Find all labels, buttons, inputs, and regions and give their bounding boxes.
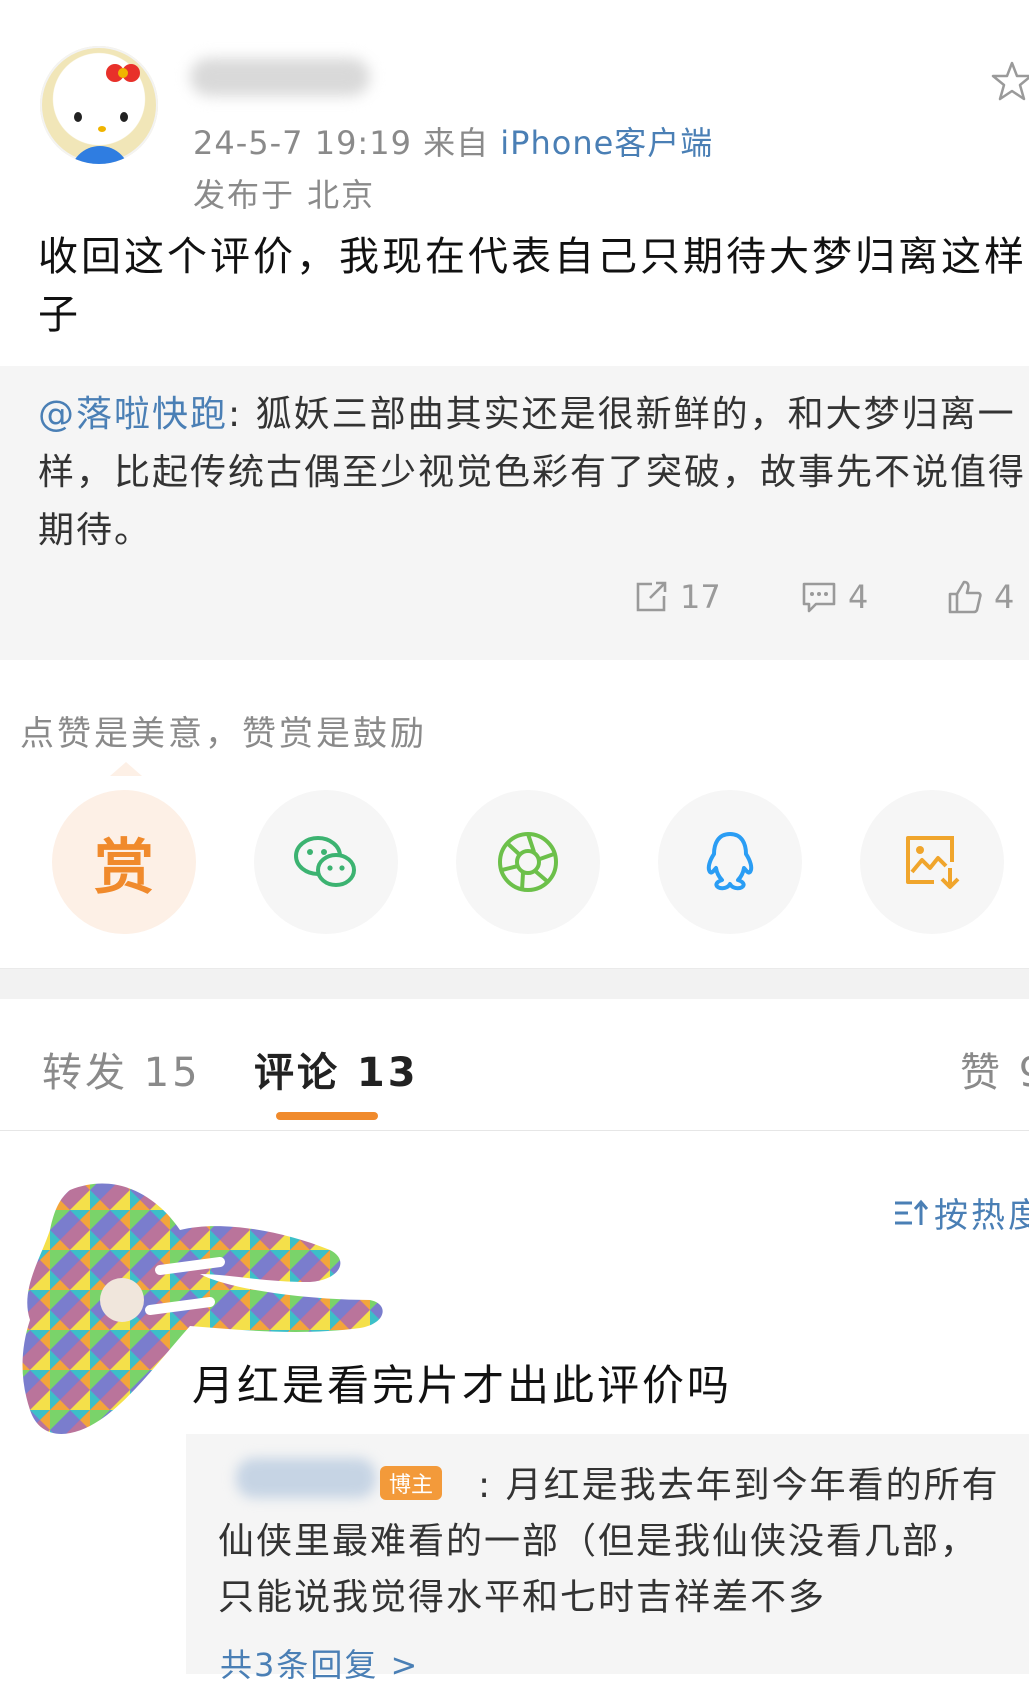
active-tab-indicator [276, 1112, 378, 1120]
comment-icon [802, 582, 836, 613]
post-meta: 24-5-7 19:19 来自 iPhone客户端 [193, 118, 713, 164]
username-redacted[interactable] [190, 58, 370, 96]
author-badge: 博主 [380, 1466, 442, 1500]
tip-caret [110, 762, 142, 776]
tab-like[interactable]: 赞 9 [960, 1040, 1029, 1098]
client-link[interactable]: iPhone客户端 [500, 124, 713, 162]
sort-icon [895, 1199, 928, 1225]
share-wechat-button[interactable] [254, 790, 398, 934]
sort-label: 按热度 [934, 1196, 1029, 1236]
save-image-icon [906, 836, 960, 889]
avatar-eye [74, 112, 82, 122]
tab-repost[interactable]: 转发 15 [42, 1040, 201, 1098]
bow-icon [106, 64, 140, 82]
quote-like-button[interactable]: 4 [946, 578, 1014, 616]
like-count: 4 [994, 578, 1015, 616]
share-moments-button[interactable] [456, 790, 600, 934]
reward-tip: 点赞是美意，赞赏是鼓励 [20, 714, 427, 754]
moments-icon [498, 832, 558, 892]
post-location: 发布于 北京 [193, 176, 376, 214]
repost-count: 17 [680, 578, 721, 616]
wechat-icon [294, 836, 356, 887]
avatar-nose [98, 126, 106, 132]
save-image-button[interactable] [860, 790, 1004, 934]
avatar-body [70, 146, 130, 164]
quote-repost-button[interactable]: 17 [632, 578, 721, 616]
tab-comment[interactable]: 评论 13 [254, 1040, 419, 1098]
comment-count: 4 [848, 578, 869, 616]
reward-icon: 赏 [94, 832, 154, 903]
avatar[interactable] [40, 46, 158, 164]
post-time-source: 24-5-7 19:19 来自 [193, 124, 490, 162]
repost-icon [636, 581, 667, 612]
like-icon [948, 580, 982, 614]
tab-divider [0, 1130, 1029, 1131]
star-icon[interactable] [990, 60, 1029, 104]
sort-button[interactable]: 按热度 [892, 1188, 1029, 1237]
share-qq-button[interactable] [658, 790, 802, 934]
quoted-post-text: @落啦快跑: 狐妖三部曲其实还是很新鲜的，和大梦归离一样，比起传统古偶至少视觉色… [38, 386, 1028, 560]
avatar-eye [120, 112, 128, 122]
mention-link[interactable]: @落啦快跑 [38, 394, 228, 435]
view-replies-link[interactable]: 共3条回复 > [220, 1640, 419, 1686]
post-text: 收回这个评价，我现在代表自己只期待大梦归离这样子 [38, 234, 1027, 338]
quote-comment-button[interactable]: 4 [800, 578, 868, 616]
reply-author-redacted[interactable] [236, 1458, 376, 1498]
section-divider [0, 968, 1029, 999]
redaction-overlay [22, 1183, 383, 1434]
qq-icon [706, 832, 754, 891]
reward-button[interactable]: 赏 [52, 790, 196, 934]
